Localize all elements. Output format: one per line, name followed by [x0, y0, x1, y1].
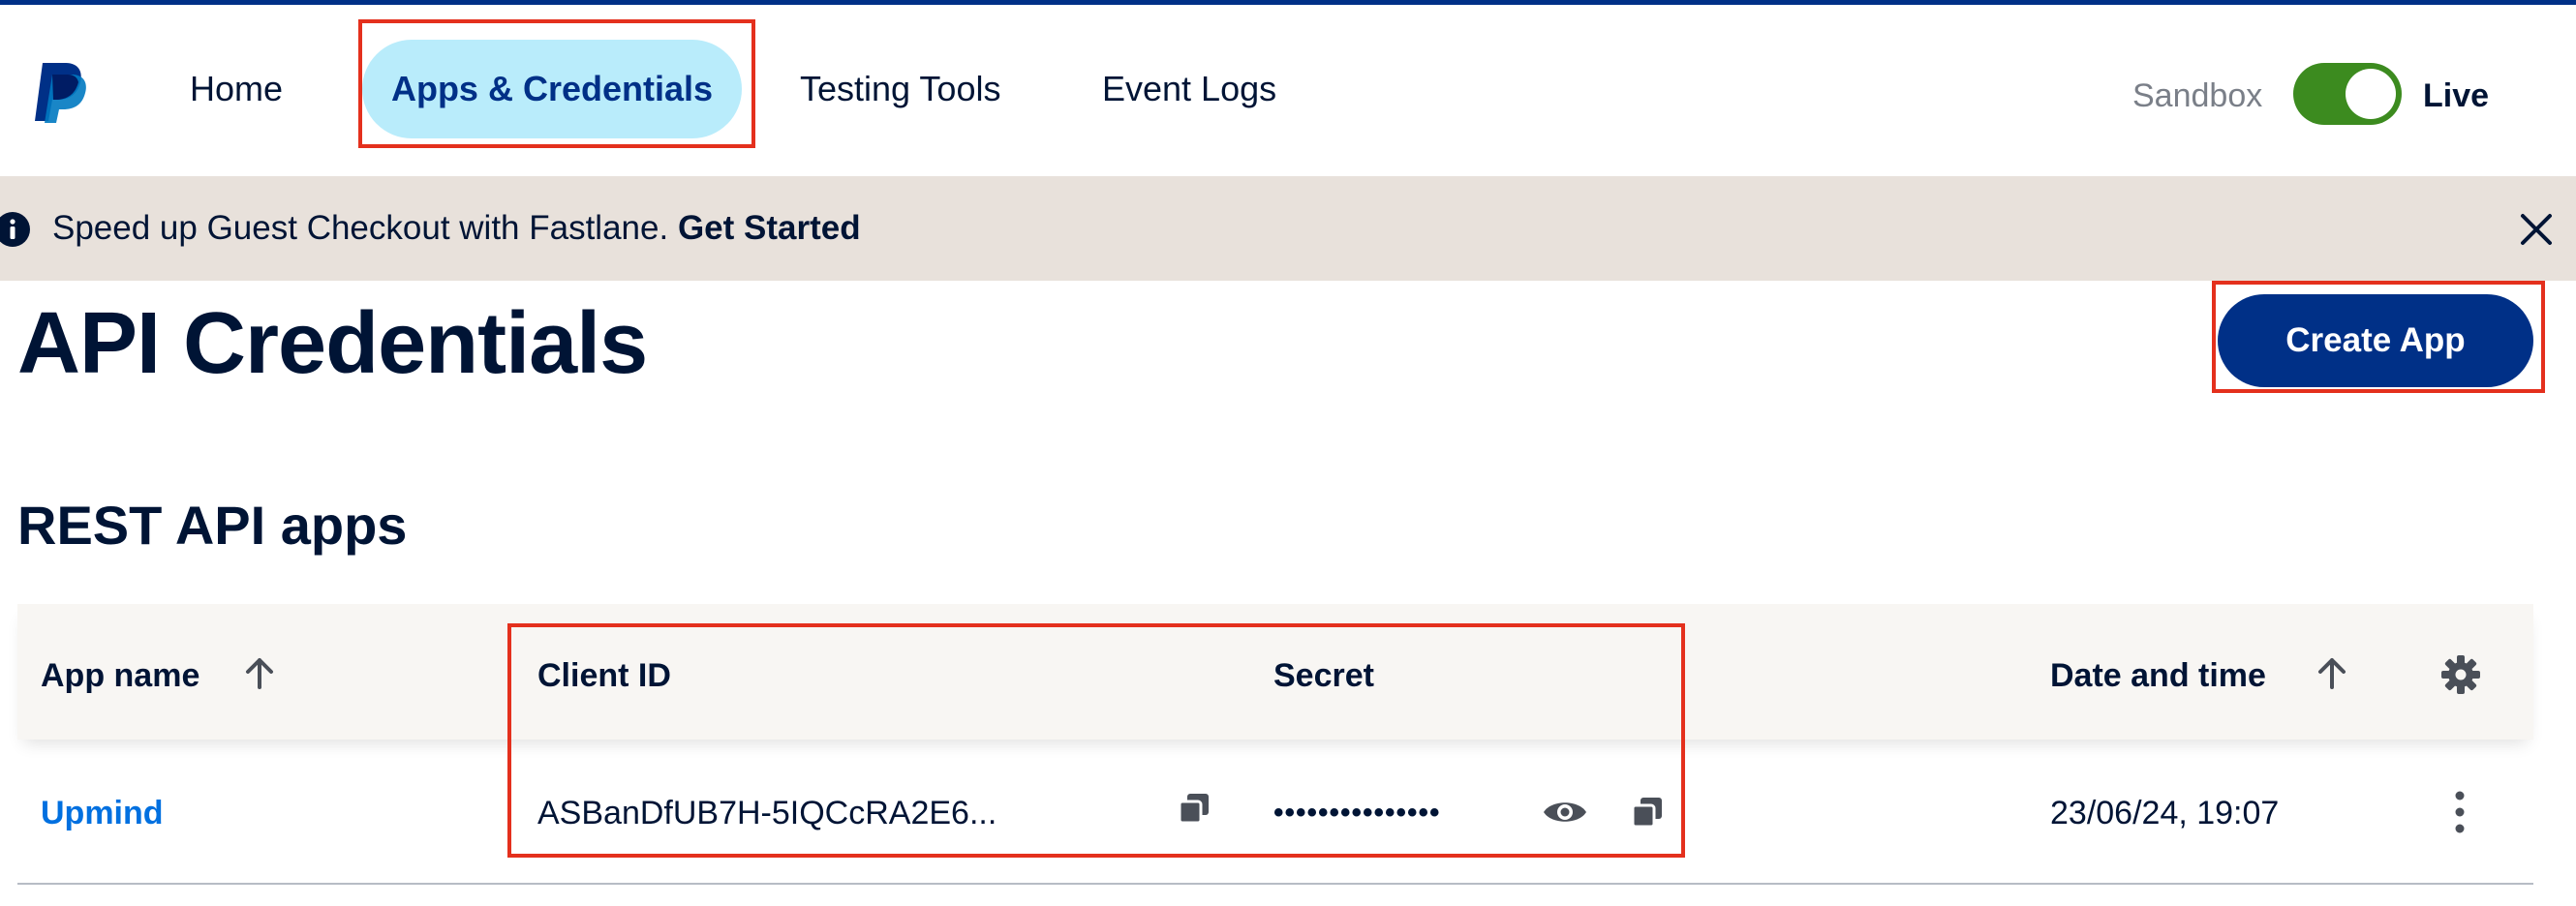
banner-message: Speed up Guest Checkout with Fastlane. G…	[52, 207, 861, 250]
info-icon	[0, 212, 30, 247]
header-app-name[interactable]: App name	[41, 654, 199, 697]
live-label: Live	[2423, 77, 2490, 114]
client-id-value: ASBanDfUB7H-5IQCcRA2E6...	[537, 795, 997, 831]
header-client-id: Client ID	[537, 657, 671, 694]
header-secret: Secret	[1273, 657, 1374, 694]
nav-home[interactable]: Home	[190, 40, 283, 138]
fastlane-banner: Speed up Guest Checkout with Fastlane. G…	[0, 176, 2576, 281]
gear-icon[interactable]	[2440, 654, 2481, 695]
top-navigation: Home Apps & Credentials Testing Tools Ev…	[0, 5, 2576, 176]
page-title: API Credentials	[17, 295, 648, 392]
copy-icon[interactable]	[1176, 790, 1212, 827]
app-name-link[interactable]: Upmind	[41, 792, 164, 834]
secret-masked-value: •••••••••••••••	[1273, 797, 1441, 829]
sort-arrow-up-icon[interactable]	[2313, 654, 2351, 693]
get-started-link[interactable]: Get Started	[678, 209, 861, 247]
header-date-time[interactable]: Date and time	[2050, 654, 2266, 697]
nav-testing-tools[interactable]: Testing Tools	[800, 40, 1000, 138]
kebab-menu-icon[interactable]	[2448, 790, 2471, 834]
paypal-logo[interactable]	[33, 61, 87, 125]
environment-toggle[interactable]	[2293, 63, 2402, 125]
copy-icon[interactable]	[1629, 794, 1666, 830]
date-time-value: 23/06/24, 19:07	[2050, 795, 2280, 831]
close-icon[interactable]	[2518, 211, 2555, 248]
table-row: Upmind ASBanDfUB7H-5IQCcRA2E6... •••••••…	[17, 740, 2533, 885]
create-app-button[interactable]: Create App	[2218, 294, 2533, 387]
eye-icon[interactable]	[1542, 796, 1588, 829]
toggle-knob	[2346, 69, 2396, 119]
table-header: App name Client ID Secret Date and time	[17, 604, 2533, 740]
sandbox-label: Sandbox	[2132, 77, 2263, 114]
section-title: REST API apps	[17, 495, 408, 556]
sort-arrow-up-icon[interactable]	[240, 654, 279, 693]
nav-apps-credentials[interactable]: Apps & Credentials	[362, 40, 742, 138]
nav-event-logs[interactable]: Event Logs	[1102, 40, 1276, 138]
banner-text: Speed up Guest Checkout with Fastlane.	[52, 209, 678, 247]
